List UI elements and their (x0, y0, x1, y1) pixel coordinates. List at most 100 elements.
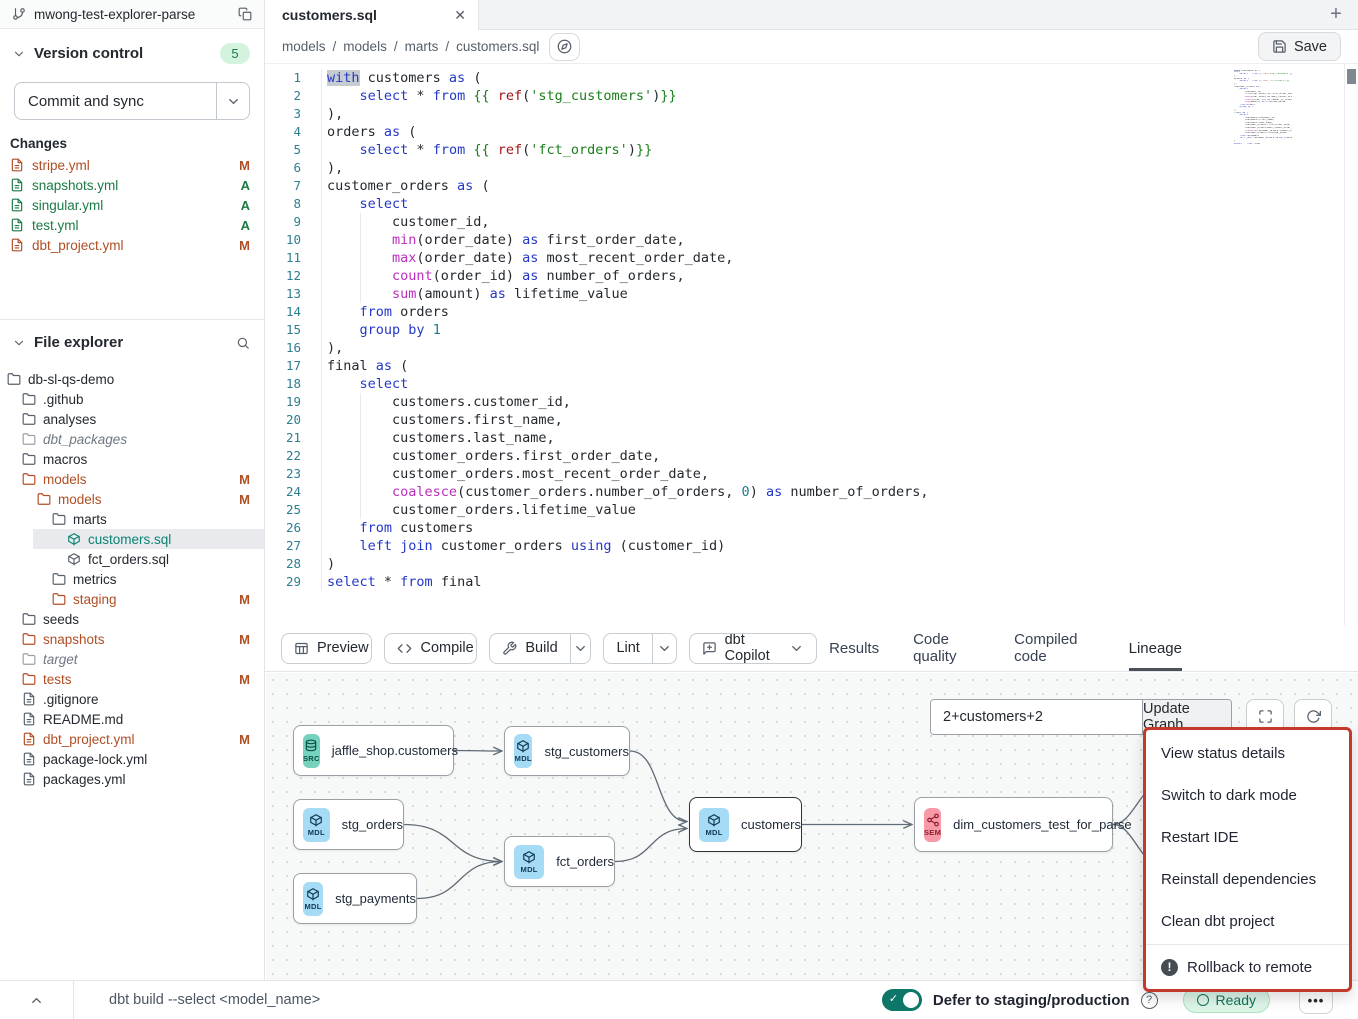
code-line[interactable]: 25 customer_orders.lifetime_value (265, 501, 1358, 519)
menu-item-switch-to-dark-mode[interactable]: Switch to dark mode (1146, 774, 1349, 816)
code-line[interactable]: 14 from orders (265, 303, 1358, 321)
lint-options-chevron[interactable] (652, 634, 676, 663)
lineage-node-customers[interactable]: MDLcustomers (689, 797, 802, 852)
tree-item-marts[interactable]: marts (0, 509, 264, 529)
tab-code-quality[interactable]: Code quality (913, 625, 980, 671)
defer-toggle[interactable]: ✓ (882, 989, 922, 1011)
breadcrumb-segment[interactable]: marts (405, 39, 439, 54)
menu-item-rollback-to-remote[interactable]: !Rollback to remote (1146, 947, 1349, 987)
dbt-copilot-button[interactable]: dbt Copilot (689, 633, 817, 664)
code-line[interactable]: 10 min(order_date) as first_order_date, (265, 231, 1358, 249)
changed-file-row[interactable]: singular.ymlA (0, 195, 264, 215)
tree-item--gitignore[interactable]: .gitignore (0, 689, 264, 709)
lint-split-button[interactable]: Lint (603, 633, 676, 664)
tree-item-metrics[interactable]: metrics (0, 569, 264, 589)
tree-item-dbt-packages[interactable]: dbt_packages (0, 429, 264, 449)
save-button[interactable]: Save (1258, 32, 1341, 61)
code-line[interactable]: 2 select * from {{ ref('stg_customers')}… (265, 87, 1358, 105)
code-line[interactable]: 20 customers.first_name, (265, 411, 1358, 429)
command-bar-collapse-button[interactable] (0, 981, 74, 1019)
search-icon[interactable] (236, 336, 250, 350)
tab-compiled-code[interactable]: Compiled code (1014, 625, 1094, 671)
tree-item-dbt-project-yml[interactable]: dbt_project.ymlM (0, 729, 264, 749)
lineage-node-stg_payments[interactable]: MDLstg_payments (293, 873, 417, 924)
tree-item-models[interactable]: modelsM (0, 489, 264, 509)
tree-item-package-lock-yml[interactable]: package-lock.yml (0, 749, 264, 769)
selector-input[interactable] (931, 700, 1142, 734)
changed-file-row[interactable]: dbt_project.ymlM (0, 235, 264, 255)
code-line[interactable]: 13 sum(amount) as lifetime_value (265, 285, 1358, 303)
explore-link-button[interactable] (549, 33, 580, 61)
compile-button[interactable]: Compile (384, 633, 477, 664)
commit-options-chevron[interactable] (216, 83, 249, 119)
close-tab-icon[interactable]: ✕ (454, 7, 466, 24)
code-line[interactable]: 26 from customers (265, 519, 1358, 537)
tree-item-tests[interactable]: testsM (0, 669, 264, 689)
code-line[interactable]: 1with customers as ( (265, 69, 1358, 87)
changed-file-row[interactable]: snapshots.ymlA (0, 175, 264, 195)
code-line[interactable]: 16), (265, 339, 1358, 357)
editor-scrollbar[interactable] (1344, 64, 1358, 625)
code-line[interactable]: 5 select * from {{ ref('fct_orders')}} (265, 141, 1358, 159)
tree-item-packages-yml[interactable]: packages.yml (0, 769, 264, 789)
tab-customers-sql[interactable]: customers.sql ✕ (265, 0, 479, 30)
code-line[interactable]: 12 count(order_id) as number_of_orders, (265, 267, 1358, 285)
scrollbar-thumb[interactable] (1347, 69, 1356, 84)
tree-item-models[interactable]: modelsM (0, 469, 264, 489)
code-line[interactable]: 18 select (265, 375, 1358, 393)
help-icon[interactable]: ? (1141, 992, 1158, 1009)
tree-item-seeds[interactable]: seeds (0, 609, 264, 629)
code-line[interactable]: 6), (265, 159, 1358, 177)
code-editor[interactable]: 1with customers as (2 select * from {{ r… (265, 64, 1358, 625)
code-line[interactable]: 29select * from final (265, 573, 1358, 591)
code-line[interactable]: 7customer_orders as ( (265, 177, 1358, 195)
minimap[interactable]: with customers as ( select * from {{ ref… (1234, 70, 1292, 145)
tree-item-db-sl-qs-demo[interactable]: db-sl-qs-demo (0, 369, 264, 389)
tree-item-macros[interactable]: macros (0, 449, 264, 469)
tree-item--github[interactable]: .github (0, 389, 264, 409)
lineage-node-dim_customers_test_for_parse[interactable]: SEMdim_customers_test_for_parse (914, 797, 1113, 852)
code-line[interactable]: 11 max(order_date) as most_recent_order_… (265, 249, 1358, 267)
build-options-chevron[interactable] (570, 634, 591, 663)
tree-item-analyses[interactable]: analyses (0, 409, 264, 429)
lineage-node-stg_customers[interactable]: MDLstg_customers (504, 726, 630, 776)
chevron-down-icon[interactable] (12, 336, 26, 350)
lineage-node-fct_orders[interactable]: MDLfct_orders (504, 836, 615, 887)
chevron-down-icon[interactable] (12, 47, 26, 61)
code-line[interactable]: 19 customers.customer_id, (265, 393, 1358, 411)
tree-item-readme-md[interactable]: README.md (0, 709, 264, 729)
lineage-node-stg_orders[interactable]: MDLstg_orders (293, 799, 404, 850)
menu-item-view-status-details[interactable]: View status details (1146, 732, 1349, 774)
copy-icon[interactable] (238, 7, 252, 21)
tree-item-fct-orders-sql[interactable]: fct_orders.sql (0, 549, 264, 569)
code-line[interactable]: 21 customers.last_name, (265, 429, 1358, 447)
code-line[interactable]: 9 customer_id, (265, 213, 1358, 231)
menu-item-clean-dbt-project[interactable]: Clean dbt project (1146, 900, 1349, 942)
changed-file-row[interactable]: stripe.ymlM (0, 155, 264, 175)
code-line[interactable]: 28) (265, 555, 1358, 573)
code-line[interactable]: 22 customer_orders.first_order_date, (265, 447, 1358, 465)
tree-item-snapshots[interactable]: snapshotsM (0, 629, 264, 649)
menu-item-reinstall-dependencies[interactable]: Reinstall dependencies (1146, 858, 1349, 900)
code-line[interactable]: 15 group by 1 (265, 321, 1358, 339)
build-split-button[interactable]: Build (489, 633, 591, 664)
breadcrumb-segment[interactable]: models (343, 39, 387, 54)
code-line[interactable]: 3), (265, 105, 1358, 123)
tab-lineage[interactable]: Lineage (1129, 625, 1182, 671)
breadcrumb-segment[interactable]: models (282, 39, 326, 54)
commit-and-sync-button[interactable]: Commit and sync (14, 82, 250, 120)
code-line[interactable]: 23 customer_orders.most_recent_order_dat… (265, 465, 1358, 483)
tab-results[interactable]: Results (829, 625, 879, 671)
menu-item-restart-ide[interactable]: Restart IDE (1146, 816, 1349, 858)
new-tab-button[interactable]: + (1314, 0, 1358, 29)
tree-item-staging[interactable]: stagingM (0, 589, 264, 609)
breadcrumb-segment[interactable]: customers.sql (456, 39, 539, 54)
preview-button[interactable]: Preview (281, 633, 372, 664)
tree-item-customers-sql[interactable]: customers.sql (33, 529, 264, 549)
code-line[interactable]: 4orders as ( (265, 123, 1358, 141)
code-line[interactable]: 27 left join customer_orders using (cust… (265, 537, 1358, 555)
code-line[interactable]: 8 select (265, 195, 1358, 213)
lineage-node-jaffle_shop.customers[interactable]: SRCjaffle_shop.customers (293, 725, 454, 776)
command-input[interactable]: dbt build --select <model_name> (74, 992, 882, 1008)
changed-file-row[interactable]: test.ymlA (0, 215, 264, 235)
